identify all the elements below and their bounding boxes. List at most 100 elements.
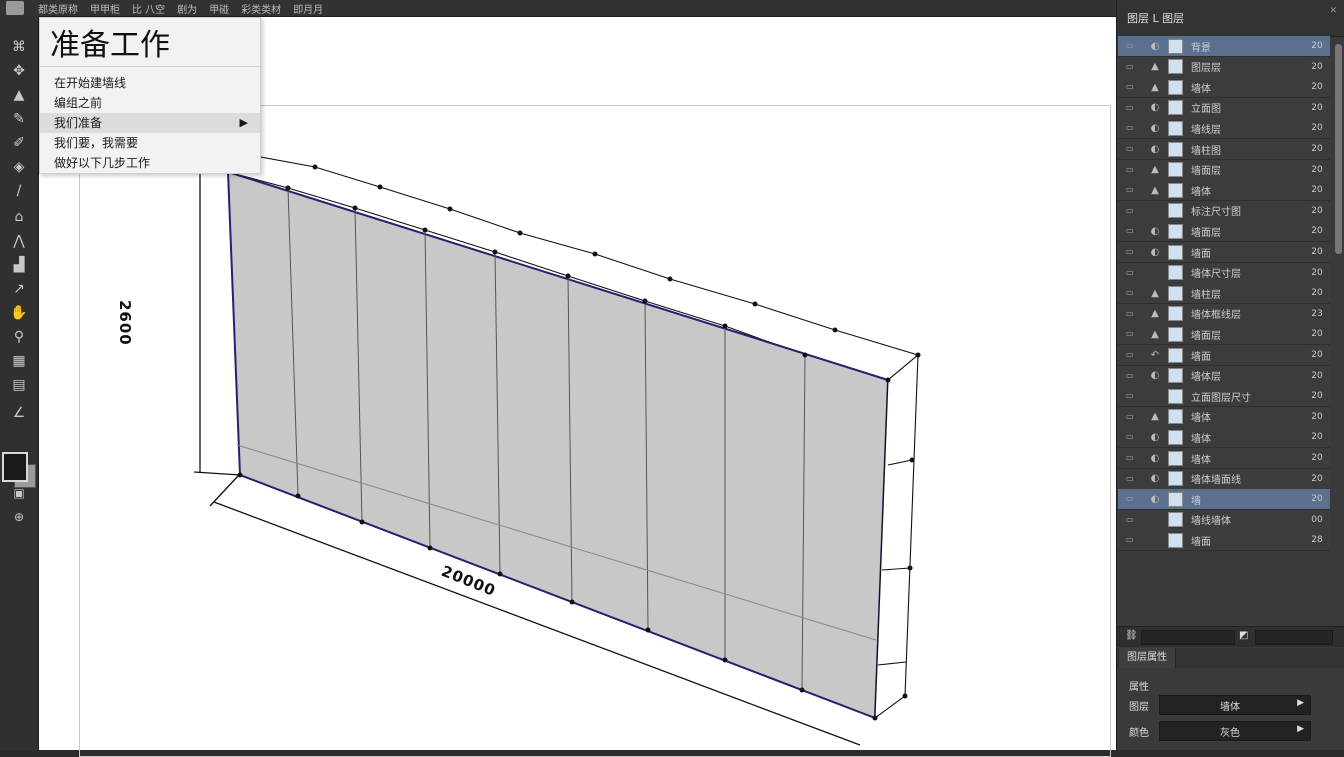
visibility-icon[interactable]: ▭ [1126,309,1138,319]
visibility-icon[interactable]: ▭ [1126,144,1138,154]
layer-name: 立面图层尺寸 [1191,392,1251,404]
property-select[interactable]: 灰色 ▶ [1159,721,1311,741]
visibility-icon[interactable]: ▭ [1126,185,1138,195]
menu-item-start[interactable]: 在开始建墙线 [40,73,260,93]
visibility-icon[interactable]: ▭ [1126,123,1138,133]
layer-row[interactable]: ▭ ▲ 墙体 20 [1118,406,1330,428]
layer-row[interactable]: ▭ ◐ 墙 20 [1118,489,1330,511]
layer-type-icon: ◐ [1150,122,1160,134]
layer-name: 图层层 [1191,63,1221,75]
layer-name: 墙体墙面线 [1191,475,1241,487]
layer-name: 墙 [1191,495,1201,507]
layer-name: 墙面 [1191,351,1211,363]
layer-row[interactable]: ▭ ◐ 墙体层 20 [1118,365,1330,387]
layer-value: 20 [1311,82,1323,93]
layer-value: 23 [1311,308,1323,319]
properties-section: 属性 [1117,674,1344,696]
visibility-icon[interactable]: ▭ [1126,41,1138,51]
properties-section-label: 属性 [1129,682,1149,693]
fill-field[interactable] [1255,630,1333,645]
visibility-icon[interactable]: ▭ [1126,103,1138,113]
layer-row[interactable]: ▭ ◐ 墙体 20 [1118,427,1330,449]
layer-value: 20 [1311,453,1323,463]
menu-item-prepare[interactable]: 我们准备 ▶ [40,113,260,133]
layer-thumbnail [1168,388,1183,404]
layer-value: 20 [1311,164,1323,175]
layer-name: 墙线层 [1191,124,1221,136]
layer-name: 墙体 [1191,83,1211,95]
layer-thumbnail [1168,368,1183,384]
layer-row[interactable]: ▭ ▲ 墙体 20 [1118,77,1330,99]
layers-panel: 图层 L 图层 ✕ ▭ ◐ 背景 20 ▭ ▲ 图层层 20 ▭ ▲ 墙体 20 ▭ ◐ 立面图 20 ▭ ◐ 墙线… [1116,0,1344,750]
layer-name: 墙线墙体 [1191,516,1231,528]
layer-row[interactable]: ▭ ↶ 墙面 20 [1118,345,1330,366]
submenu-arrow-icon: ▶ [239,116,248,129]
layer-list-scrollbar[interactable] [1335,44,1342,254]
layer-type-icon: ◐ [1150,452,1160,464]
visibility-icon[interactable]: ▭ [1126,82,1138,92]
layer-row[interactable]: ▭ ◐ 墙面 20 [1118,242,1330,263]
layer-row[interactable]: ▭ ◐ 墙体 20 [1118,448,1330,469]
layer-type-icon: ◐ [1150,370,1160,382]
layer-row[interactable]: ▭ ▲ 图层层 20 [1118,56,1330,78]
panel-menu-icon[interactable]: ✕ [1329,6,1337,16]
layer-value: 20 [1311,123,1323,134]
layer-thumbnail [1168,285,1183,301]
link-icon[interactable]: ⛓ [1125,630,1138,641]
layer-row[interactable]: ▭ ▲ 墙体框线层 23 [1118,303,1330,325]
layer-row[interactable]: ▭ ◐ 墙面层 20 [1118,221,1330,243]
visibility-icon[interactable]: ▭ [1126,371,1138,381]
visibility-icon[interactable]: ▭ [1126,268,1138,278]
layer-type-icon: ◐ [1150,431,1160,443]
layer-row[interactable]: ▭ ◐ 墙柱图 20 [1118,139,1330,160]
visibility-icon[interactable]: ▭ [1126,206,1138,216]
layer-row[interactable]: ▭ ▲ 墙面层 20 [1118,159,1330,181]
properties-tab[interactable]: 图层属性 [1119,648,1176,668]
layer-row[interactable]: ▭ ◐ 墙线层 20 [1118,118,1330,140]
visibility-icon[interactable]: ▭ [1126,535,1138,545]
fill-icon[interactable]: ◩ [1239,630,1248,641]
visibility-icon[interactable]: ▭ [1126,474,1138,484]
layer-value: 20 [1311,391,1323,402]
visibility-icon[interactable]: ▭ [1126,329,1138,339]
visibility-icon[interactable]: ▭ [1126,412,1138,422]
visibility-icon[interactable]: ▭ [1126,350,1138,360]
layer-thumbnail [1168,120,1183,136]
visibility-icon[interactable]: ▭ [1126,165,1138,175]
property-row: 图层 墙体 ▶ [1117,694,1344,716]
layer-value: 20 [1311,432,1323,443]
visibility-icon[interactable]: ▭ [1126,226,1138,236]
visibility-icon[interactable]: ▭ [1126,453,1138,463]
layer-value: 20 [1311,370,1323,381]
layer-row[interactable]: ▭ 墙体尺寸层 20 [1118,262,1330,284]
layer-row[interactable]: ▭ ▲ 墙体 20 [1118,180,1330,202]
layer-row[interactable]: ▭ ▲ 墙面层 20 [1118,324,1330,346]
layer-thumbnail [1168,491,1183,507]
layer-row[interactable]: ▭ 墙面 28 [1118,530,1330,552]
layer-row[interactable]: ▭ 立面图层尺寸 20 [1118,386,1330,408]
layer-thumbnail [1168,306,1183,322]
layer-row[interactable]: ▭ ◐ 墙体墙面线 20 [1118,468,1330,490]
layer-row[interactable]: ▭ 标注尺寸图 20 [1118,200,1330,222]
visibility-icon[interactable]: ▭ [1126,494,1138,504]
layer-thumbnail [1168,182,1183,198]
visibility-icon[interactable]: ▭ [1126,247,1138,257]
layer-row[interactable]: ▭ ◐ 立面图 20 [1118,97,1330,119]
layer-row[interactable]: ▭ ◐ 背景 20 [1118,36,1330,57]
visibility-icon[interactable]: ▭ [1126,288,1138,298]
layer-row[interactable]: ▭ 墙线墙体 00 [1118,509,1330,531]
visibility-icon[interactable]: ▭ [1126,432,1138,442]
layer-name: 墙柱图 [1191,145,1221,157]
property-select[interactable]: 墙体 ▶ [1159,695,1311,715]
layer-thumbnail [1168,38,1183,54]
menu-item-need[interactable]: 我们要，我需要 [40,133,260,153]
visibility-icon[interactable]: ▭ [1126,62,1138,72]
menu-item-steps[interactable]: 做好以下几步工作 [40,153,260,173]
visibility-icon[interactable]: ▭ [1126,391,1138,401]
menu-item-label: 我们要，我需要 [54,136,139,150]
layer-type-icon: ▲ [1151,184,1159,196]
layer-row[interactable]: ▭ ▲ 墙柱层 20 [1118,283,1330,305]
opacity-field[interactable] [1141,630,1235,645]
menu-item-before[interactable]: 编组之前 [40,93,260,113]
visibility-icon[interactable]: ▭ [1126,515,1138,525]
